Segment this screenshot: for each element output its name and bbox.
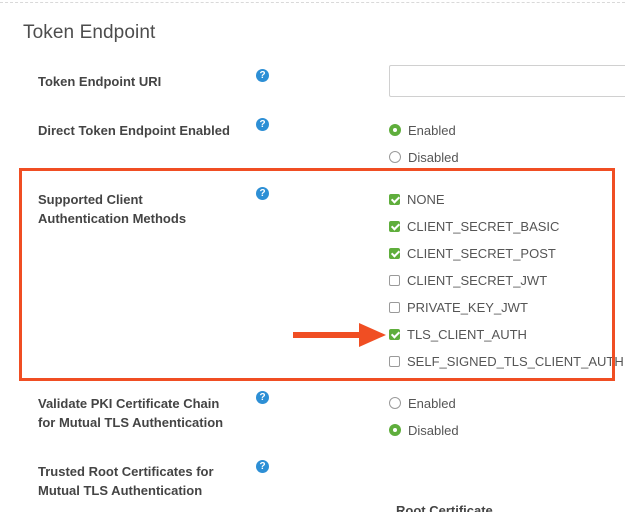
radio-button[interactable] xyxy=(389,151,401,163)
root-certificate-column-header: Root Certificate xyxy=(396,503,493,512)
token-endpoint-uri-input[interactable] xyxy=(389,65,625,97)
radio-button-selected[interactable] xyxy=(389,424,401,436)
validate-pki-enabled-radio-option[interactable]: Enabled xyxy=(389,394,456,412)
label-line: Validate PKI Certificate Chain xyxy=(38,396,220,411)
label-line: Trusted Root Certificates for xyxy=(38,464,214,479)
question-circle-icon[interactable]: ? xyxy=(256,118,269,131)
validate-pki-chain-label: Validate PKI Certificate Chain for Mutua… xyxy=(38,394,258,432)
direct-endpoint-disabled-radio-option[interactable]: Disabled xyxy=(389,148,459,166)
radio-button[interactable] xyxy=(389,397,401,409)
direct-endpoint-enabled-radio-option[interactable]: Enabled xyxy=(389,121,456,139)
top-divider xyxy=(0,2,625,3)
arrow-right-icon xyxy=(293,323,386,347)
highlight-annotation-box xyxy=(19,168,615,381)
radio-label: Disabled xyxy=(408,149,459,165)
question-circle-icon[interactable]: ? xyxy=(256,69,269,82)
radio-button-selected[interactable] xyxy=(389,124,401,136)
radio-label: Enabled xyxy=(408,122,456,138)
token-endpoint-settings-page: Token Endpoint Token Endpoint URI ? Dire… xyxy=(0,0,625,512)
validate-pki-disabled-radio-option[interactable]: Disabled xyxy=(389,421,459,439)
trusted-root-certs-label: Trusted Root Certificates for Mutual TLS… xyxy=(38,462,258,500)
radio-label: Disabled xyxy=(408,422,459,438)
question-circle-icon[interactable]: ? xyxy=(256,391,269,404)
label-line: Mutual TLS Authentication xyxy=(38,483,203,498)
token-endpoint-uri-label: Token Endpoint URI xyxy=(38,74,162,89)
radio-label: Enabled xyxy=(408,395,456,411)
section-title: Token Endpoint xyxy=(23,22,156,43)
direct-token-endpoint-enabled-label: Direct Token Endpoint Enabled xyxy=(38,123,230,138)
question-circle-icon[interactable]: ? xyxy=(256,460,269,473)
label-line: for Mutual TLS Authentication xyxy=(38,415,224,430)
